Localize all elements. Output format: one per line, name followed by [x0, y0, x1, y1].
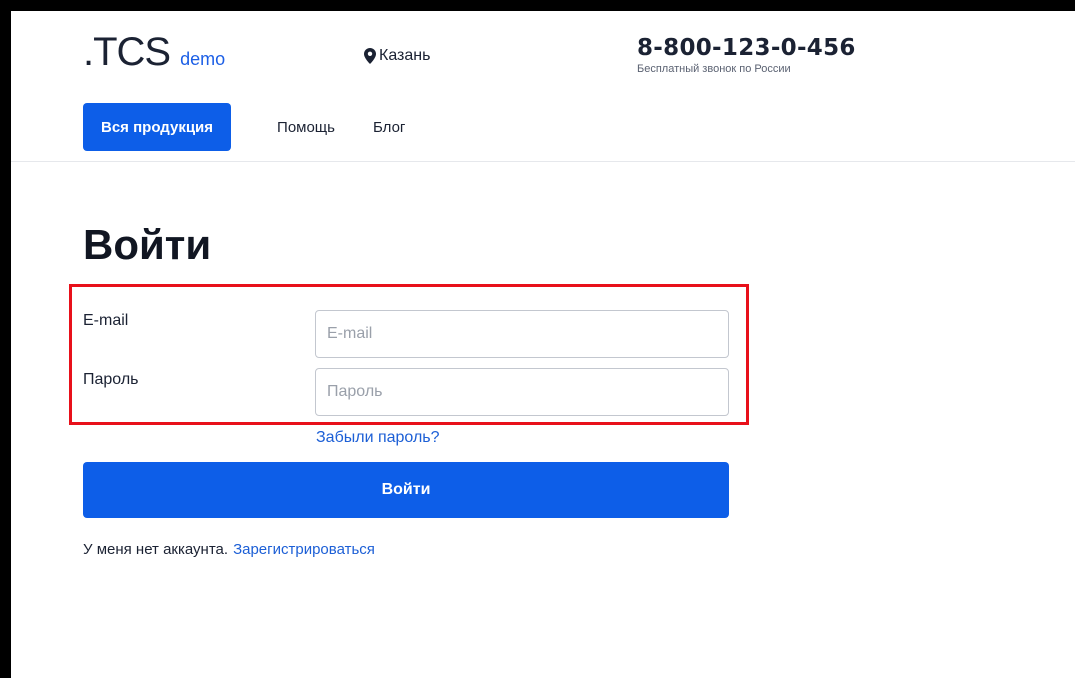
main-nav: Вся продукция Помощь Блог	[83, 103, 405, 151]
city-label: Казань	[379, 47, 431, 64]
logo[interactable]: .TCS demo	[83, 30, 225, 74]
email-input[interactable]	[315, 310, 729, 358]
logo-demo-label: demo	[180, 49, 226, 69]
logo-wordmark: .TCS	[83, 30, 171, 74]
password-input[interactable]	[315, 368, 729, 416]
register-row: У меня нет аккаунта. Зарегистрироваться	[83, 541, 375, 558]
browser-viewport: .TCS demo Казань 8-800-123-0-456 Бесплат…	[11, 11, 1075, 678]
phone-block: 8-800-123-0-456 Бесплатный звонок по Рос…	[637, 35, 856, 75]
password-label: Пароль	[83, 371, 139, 388]
login-submit-button[interactable]: Войти	[83, 462, 729, 518]
email-label: E-mail	[83, 312, 129, 329]
phone-caption: Бесплатный звонок по России	[637, 63, 791, 75]
nav-blog-link[interactable]: Блог	[373, 119, 405, 136]
city-selector[interactable]: Казань	[364, 47, 430, 65]
phone-number[interactable]: 8-800-123-0-456	[637, 35, 856, 61]
register-link[interactable]: Зарегистрироваться	[233, 541, 375, 558]
all-products-button[interactable]: Вся продукция	[83, 103, 232, 151]
site-header: .TCS demo Казань 8-800-123-0-456 Бесплат…	[11, 11, 1075, 162]
page-title: Войти	[83, 221, 212, 268]
nav-help-link[interactable]: Помощь	[277, 119, 335, 136]
forgot-password-link[interactable]: Забыли пароль?	[316, 429, 440, 447]
no-account-text: У меня нет аккаунта.	[83, 541, 229, 558]
map-pin-icon	[364, 48, 376, 64]
